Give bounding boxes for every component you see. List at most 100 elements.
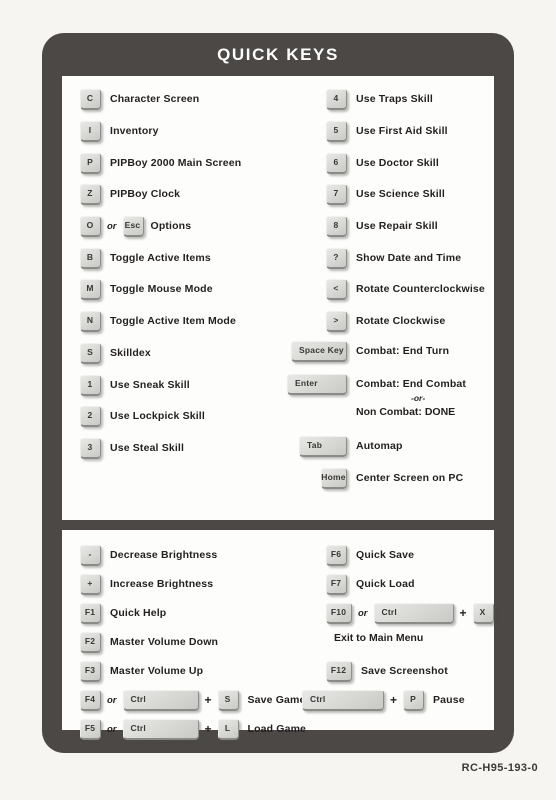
shortcut-label: Toggle Active Item Mode (110, 315, 236, 327)
plus-text: + (204, 722, 212, 736)
key-f2[interactable]: F2 (80, 631, 101, 653)
system-right-column: F6 Quick Save F7 Quick Load F10 or Ctrl … (286, 530, 494, 730)
key-home[interactable]: Home (321, 467, 347, 489)
key-f5[interactable]: F5 (80, 718, 101, 740)
key-n[interactable]: N (80, 310, 101, 332)
key-f6[interactable]: F6 (326, 544, 347, 566)
key-f4[interactable]: F4 (80, 689, 101, 711)
shortcut-label: Combat: End Combat (356, 378, 467, 390)
or-text: or (107, 694, 117, 706)
key-m[interactable]: M (80, 278, 101, 300)
shortcut-label: Options (150, 220, 192, 232)
key-i[interactable]: I (80, 120, 101, 142)
gameplay-right-column: 4 Use Traps Skill 5 Use First Aid Skill … (286, 76, 494, 520)
shortcut-label: PIPBoy 2000 Main Screen (110, 157, 242, 169)
shortcut-label: Show Date and Time (356, 252, 462, 264)
key-p[interactable]: P (403, 689, 425, 711)
or-text: or (358, 607, 368, 619)
key-ctrl[interactable]: Ctrl (302, 689, 384, 711)
shortcut-label: Master Volume Down (110, 636, 219, 648)
shortcut-row: M Toggle Mouse Mode (80, 276, 213, 302)
key-f7[interactable]: F7 (326, 573, 347, 595)
shortcut-row: F1 Quick Help (80, 600, 166, 626)
shortcut-row: 6 Use Doctor Skill (326, 150, 439, 176)
shortcut-row: F10 or Ctrl + X (326, 600, 494, 626)
shortcut-label: Master Volume Up (110, 665, 204, 677)
key-f3[interactable]: F3 (80, 660, 101, 682)
shortcut-row: Z PIPBoy Clock (80, 181, 180, 207)
or-text: or (107, 723, 117, 735)
shortcut-label: Use Science Skill (356, 188, 445, 200)
gameplay-left-column: C Character Screen I Inventory P PIPBoy … (62, 76, 286, 520)
key-3[interactable]: 3 (80, 437, 101, 459)
shortcut-label: Quick Help (110, 607, 167, 619)
shortcut-row: F12 Save Screenshot (326, 658, 448, 684)
key-f10[interactable]: F10 (326, 602, 352, 624)
key-less-than[interactable]: < (326, 278, 347, 300)
key-ctrl[interactable]: Ctrl (122, 718, 199, 740)
key-o[interactable]: O (80, 215, 101, 237)
shortcut-label: Use Doctor Skill (356, 157, 439, 169)
shortcut-row: F2 Master Volume Down (80, 629, 218, 655)
shortcut-row: I Inventory (80, 118, 159, 144)
key-7[interactable]: 7 (326, 183, 347, 205)
key-b[interactable]: B (80, 247, 101, 269)
key-minus[interactable]: - (80, 544, 101, 566)
shortcut-row: 2 Use Lockpick Skill (80, 403, 205, 429)
plus-text: + (459, 606, 467, 620)
key-1[interactable]: 1 (80, 374, 101, 396)
or-divider-note: -or- (411, 393, 426, 403)
non-combat-note: Non Combat: DONE (356, 406, 456, 418)
key-s[interactable]: S (80, 342, 101, 364)
key-greater-than[interactable]: > (326, 310, 347, 332)
key-ctrl[interactable]: Ctrl (373, 602, 454, 624)
shortcut-row: F7 Quick Load (326, 571, 415, 597)
key-tab[interactable]: Tab (299, 435, 347, 457)
key-l[interactable]: L (217, 718, 239, 740)
key-8[interactable]: 8 (326, 215, 347, 237)
shortcut-row: + Increase Brightness (80, 571, 213, 597)
shortcut-label: Quick Save (356, 549, 415, 561)
key-question[interactable]: ? (326, 247, 347, 269)
shortcut-label: Decrease Brightness (110, 549, 218, 561)
shortcut-row: 5 Use First Aid Skill (326, 118, 448, 144)
key-space[interactable]: Space Key (291, 340, 347, 362)
shortcut-label: PIPBoy Clock (110, 188, 181, 200)
shortcut-label: Combat: End Turn (356, 345, 450, 357)
shortcut-row: F5 or Ctrl + L Load Game (80, 716, 306, 742)
key-c[interactable]: C (80, 88, 101, 110)
shortcut-label: Character Screen (110, 93, 200, 105)
key-s[interactable]: S (217, 689, 239, 711)
key-x[interactable]: X (472, 602, 494, 624)
key-2[interactable]: 2 (80, 405, 101, 427)
page-title: QUICK KEYS (217, 45, 339, 64)
shortcut-label: Toggle Mouse Mode (110, 283, 213, 295)
shortcut-row: Home Center Screen on PC (321, 465, 463, 491)
shortcut-label: Skilldex (110, 347, 151, 359)
shortcut-label: Toggle Active Items (110, 252, 211, 264)
shortcut-label: Use Sneak Skill (110, 379, 190, 391)
key-z[interactable]: Z (80, 183, 101, 205)
key-6[interactable]: 6 (326, 152, 347, 174)
shortcut-row: F3 Master Volume Up (80, 658, 203, 684)
key-5[interactable]: 5 (326, 120, 347, 142)
shortcut-label: Save Screenshot (361, 665, 448, 677)
key-4[interactable]: 4 (326, 88, 347, 110)
shortcut-row: 8 Use Repair Skill (326, 213, 438, 239)
shortcut-label: Quick Load (356, 578, 415, 590)
key-esc[interactable]: Esc (122, 215, 144, 237)
key-plus[interactable]: + (80, 573, 101, 595)
shortcut-row: Tab Automap (299, 433, 403, 459)
shortcut-label: Use Traps Skill (356, 93, 433, 105)
key-f12[interactable]: F12 (326, 660, 352, 682)
key-f1[interactable]: F1 (80, 602, 101, 624)
gameplay-keys-panel: C Character Screen I Inventory P PIPBoy … (62, 76, 494, 520)
shortcut-row: C Character Screen (80, 86, 199, 112)
key-enter[interactable]: Enter (287, 373, 347, 395)
system-left-column: - Decrease Brightness + Increase Brightn… (62, 530, 306, 740)
shortcut-row: Ctrl + P Pause (302, 687, 465, 713)
key-p[interactable]: P (80, 152, 101, 174)
shortcut-row: F4 or Ctrl + S Save Game (80, 687, 306, 713)
shortcut-label: Inventory (110, 125, 159, 137)
key-ctrl[interactable]: Ctrl (122, 689, 199, 711)
